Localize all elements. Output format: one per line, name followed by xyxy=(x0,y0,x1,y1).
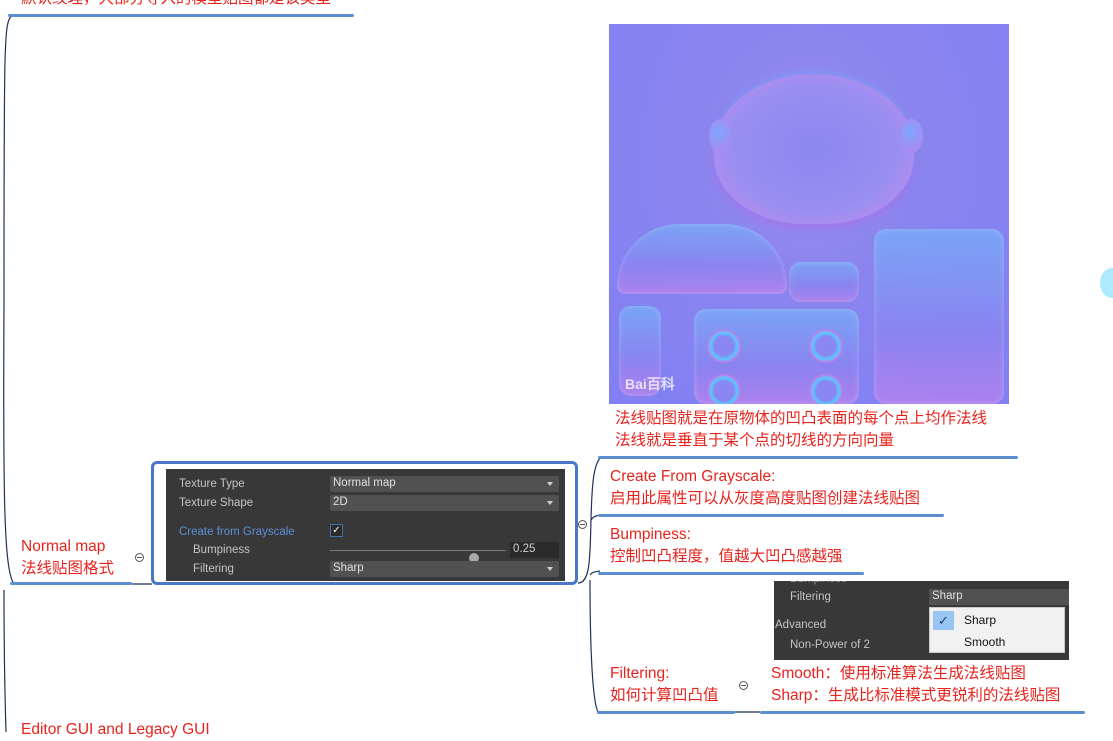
node-image-caption[interactable]: 法线贴图就是在原物体的凹凸表面的每个点上均作法线 法线就是垂直于某个点的切线的方… xyxy=(615,408,987,452)
node-title: Filtering: xyxy=(610,665,670,682)
texture-shape-label: Texture Shape xyxy=(179,497,254,509)
watermark: Bai百科 xyxy=(625,376,675,392)
texture-piece xyxy=(874,229,1004,404)
left-trunk-line xyxy=(3,15,15,585)
sharp-desc: Sharp：生成比标准模式更锐利的法线贴图 xyxy=(771,687,1061,704)
menu-item-sharp[interactable]: Sharp xyxy=(964,613,996,627)
filtering-dropdown[interactable]: Sharp xyxy=(929,589,1069,605)
create-from-grayscale-label: Create from Grayscale xyxy=(179,526,295,538)
node-underline xyxy=(598,572,864,575)
row-bumpiness: Bumpiness 0.25 xyxy=(166,542,565,563)
node-underline xyxy=(8,14,354,17)
node-desc: 如何计算凹凸值 xyxy=(610,687,719,704)
dropdown-arrow-icon xyxy=(547,567,553,571)
filtering-value: Sharp xyxy=(333,562,364,574)
bumpiness-slider[interactable] xyxy=(330,550,506,563)
normal-map-image: Bai百科 xyxy=(609,24,1009,404)
texture-ring xyxy=(707,329,741,363)
node-desc: 启用此属性可以从灰度高度贴图创建法线贴图 xyxy=(610,490,921,507)
node-underline xyxy=(10,582,132,585)
node-normal-map-subtitle: 法线贴图格式 xyxy=(21,560,115,577)
collapse-toggle-icon[interactable] xyxy=(578,520,587,529)
filtering-value: Sharp xyxy=(932,590,963,602)
texture-ring xyxy=(809,329,843,363)
node-filtering-detail[interactable]: Smooth：使用标准算法生成法线贴图 Sharp：生成比标准模式更锐利的法线贴… xyxy=(771,663,1060,707)
filtering-options-menu: ✓ Sharp Smooth xyxy=(929,607,1065,653)
collapse-toggle-icon[interactable] xyxy=(135,553,144,562)
face-shape xyxy=(714,74,914,224)
bumpiness-value-field[interactable]: 0.25 xyxy=(510,542,559,558)
non-power-of-2-label: Non-Power of 2 xyxy=(790,639,870,651)
create-from-grayscale-checkbox[interactable]: ✓ xyxy=(330,524,343,537)
node-default-texture[interactable]: 默认纹理，大部分导入的模型贴图都是该类型 xyxy=(21,0,331,10)
advanced-label: Advanced xyxy=(775,619,827,631)
texture-piece xyxy=(617,224,787,294)
row-filtering: Filtering Sharp xyxy=(166,561,565,579)
left-trunk-lower xyxy=(3,589,7,732)
node-title: Create From Grayscale: xyxy=(610,468,776,485)
check-icon: ✓ xyxy=(332,525,341,536)
node-title: Bumpiness: xyxy=(610,526,691,543)
row-create-from-grayscale: Create from Grayscale ✓ xyxy=(166,524,565,542)
texture-ring xyxy=(809,374,843,404)
texture-piece xyxy=(789,262,859,302)
collapse-toggle-icon[interactable] xyxy=(739,681,748,690)
caption-line-1: 法线贴图就是在原物体的凹凸表面的每个点上均作法线 xyxy=(615,410,988,427)
filtering-dropdown[interactable]: Sharp xyxy=(330,561,559,577)
caption-line-2: 法线就是垂直于某个点的切线的方向向量 xyxy=(615,432,895,449)
node-bumpiness[interactable]: Bumpiness: 控制凹凸程度，值越大凹凸感越强 xyxy=(610,524,843,568)
node-editor-gui[interactable]: Editor GUI and Legacy GUI xyxy=(21,719,210,741)
node-underline xyxy=(760,711,1085,714)
row-texture-type: Texture Type Normal map xyxy=(166,476,565,494)
bumpiness-label: Bumpiness xyxy=(193,544,250,556)
texture-type-dropdown[interactable]: Normal map xyxy=(330,476,559,492)
smooth-desc: Smooth：使用标准算法生成法线贴图 xyxy=(771,665,1026,682)
dropdown-arrow-icon xyxy=(547,501,553,505)
menu-item-smooth[interactable]: Smooth xyxy=(964,635,1005,649)
node-underline xyxy=(597,711,735,714)
ear-shape xyxy=(709,119,731,153)
ear-shape xyxy=(901,119,923,153)
dropdown-arrow-icon xyxy=(547,482,553,486)
filtering-label: Filtering xyxy=(193,563,234,575)
filtering-popup-screenshot: Bumpiness Filtering Sharp Advanced Non-P… xyxy=(774,581,1069,660)
texture-shape-value: 2D xyxy=(333,496,348,508)
node-underline xyxy=(598,514,944,517)
node-create-from-grayscale[interactable]: Create From Grayscale: 启用此属性可以从灰度高度贴图创建法… xyxy=(610,466,920,510)
texture-shape-dropdown[interactable]: 2D xyxy=(330,495,559,511)
node-desc: 控制凹凸程度，值越大凹凸感越强 xyxy=(610,548,843,565)
branch-line-4 xyxy=(589,579,599,713)
node-underline xyxy=(598,456,1018,459)
row-texture-shape: Texture Shape 2D xyxy=(166,495,565,513)
node-filtering[interactable]: Filtering: 如何计算凹凸值 xyxy=(610,663,719,707)
node-normal-map-title: Normal map xyxy=(21,538,106,555)
texture-ring xyxy=(707,374,741,404)
texture-import-inspector: Texture Type Normal map Texture Shape 2D… xyxy=(166,469,565,581)
texture-type-label: Texture Type xyxy=(179,478,245,490)
filtering-label: Filtering xyxy=(790,591,831,603)
node-normal-map[interactable]: Normal map 法线贴图格式 xyxy=(21,536,114,580)
texture-type-value: Normal map xyxy=(333,477,396,489)
check-icon: ✓ xyxy=(933,611,954,630)
decorative-circle xyxy=(1100,268,1113,298)
bumpiness-cut-label: Bumpiness xyxy=(790,581,847,585)
